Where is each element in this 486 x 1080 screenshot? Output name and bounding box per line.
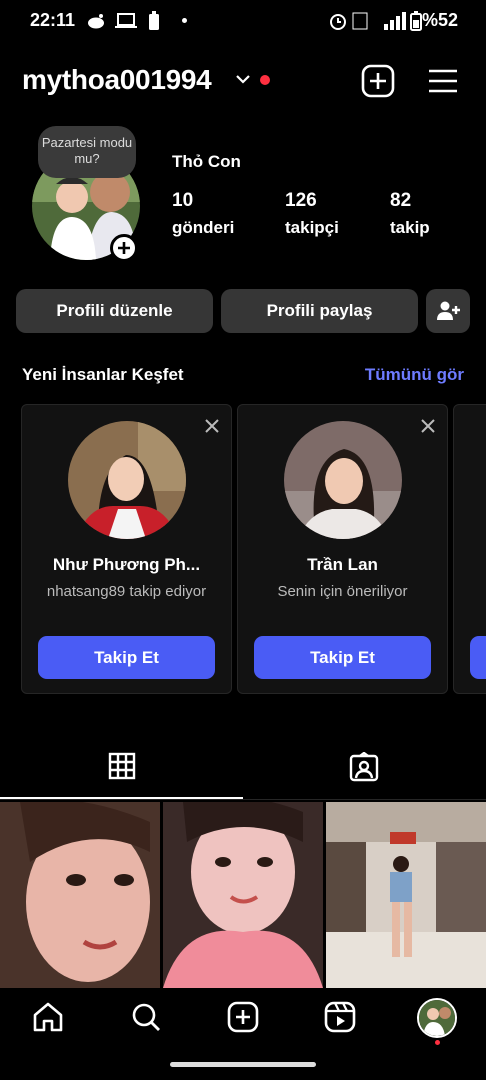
post-thumbnail[interactable] bbox=[163, 802, 323, 988]
profile-notification-dot bbox=[435, 1040, 440, 1045]
post-thumbnail[interactable] bbox=[0, 802, 160, 988]
post-thumbnail[interactable] bbox=[326, 802, 486, 988]
menu-icon[interactable] bbox=[425, 63, 461, 99]
suggestion-name[interactable]: Như Phương Ph... bbox=[22, 555, 231, 575]
signal-icon bbox=[384, 12, 406, 30]
post-grid bbox=[0, 802, 486, 988]
reddit-icon bbox=[88, 14, 104, 29]
alarm-icon bbox=[330, 14, 346, 30]
bottom-nav bbox=[0, 988, 486, 1048]
profile-username[interactable]: mythoa001994 bbox=[22, 64, 212, 96]
share-profile-button[interactable]: Profili paylaş bbox=[221, 289, 418, 333]
add-story-icon[interactable] bbox=[110, 234, 138, 262]
suggestion-card-partial bbox=[453, 404, 486, 694]
tagged-icon[interactable] bbox=[349, 752, 379, 782]
stat-posts-label[interactable]: gönderi bbox=[172, 218, 234, 238]
close-icon[interactable] bbox=[419, 417, 437, 435]
profile-note-bubble[interactable]: Pazartesi modu mu? bbox=[38, 126, 136, 178]
status-bar: 22:11 %52 bbox=[0, 0, 486, 44]
close-icon[interactable] bbox=[203, 417, 221, 435]
battery-icon bbox=[410, 11, 422, 31]
chevron-down-icon[interactable] bbox=[234, 70, 252, 88]
active-tab-indicator bbox=[0, 797, 243, 799]
stat-posts-count[interactable]: 10 bbox=[172, 190, 193, 212]
follow-button[interactable] bbox=[470, 636, 486, 679]
follow-button[interactable]: Takip Et bbox=[254, 636, 431, 679]
battery-percent: %52 bbox=[421, 10, 458, 30]
see-all-link[interactable]: Tümünü gör bbox=[365, 365, 464, 385]
profile-tab-avatar[interactable] bbox=[417, 998, 457, 1038]
add-person-icon bbox=[437, 301, 460, 320]
edit-profile-button[interactable]: Profili düzenle bbox=[16, 289, 213, 333]
battery-small-icon bbox=[149, 11, 159, 30]
discover-people-title: Yeni İnsanlar Keşfet bbox=[22, 365, 184, 384]
discover-people-button[interactable] bbox=[426, 289, 470, 333]
search-icon[interactable] bbox=[129, 1000, 163, 1034]
stat-following-count[interactable]: 82 bbox=[390, 190, 411, 212]
suggestion-card: Như Phương Ph... nhatsang89 takip ediyor… bbox=[21, 404, 232, 694]
suggestion-subtitle: nhatsang89 takip ediyor bbox=[46, 583, 207, 600]
suggestion-avatar[interactable] bbox=[284, 421, 402, 539]
home-indicator[interactable] bbox=[170, 1062, 316, 1067]
stat-followers-count[interactable]: 126 bbox=[285, 190, 317, 212]
volte-icon bbox=[352, 12, 368, 30]
notification-dot bbox=[260, 75, 270, 85]
profile-tabs bbox=[0, 740, 486, 800]
profile-full-name: Thỏ Con bbox=[172, 152, 241, 171]
suggestion-card: Trần Lan Senin için öneriliyor Takip Et bbox=[237, 404, 448, 694]
new-post-icon[interactable] bbox=[226, 1000, 260, 1034]
stat-followers-label[interactable]: takipçi bbox=[285, 218, 339, 238]
suggestion-avatar[interactable] bbox=[68, 421, 186, 539]
grid-icon[interactable] bbox=[108, 752, 136, 780]
follow-button[interactable]: Takip Et bbox=[38, 636, 215, 679]
suggestion-name[interactable]: Trần Lan bbox=[238, 555, 447, 575]
home-icon[interactable] bbox=[31, 1000, 65, 1034]
create-post-icon[interactable] bbox=[360, 63, 396, 99]
status-time: 22:11 bbox=[30, 10, 76, 30]
reels-icon[interactable] bbox=[323, 1000, 357, 1034]
suggestion-subtitle: Senin için öneriliyor bbox=[277, 583, 408, 600]
stat-following-label[interactable]: takip bbox=[390, 218, 430, 238]
more-dot-icon bbox=[182, 18, 187, 23]
laptop-icon bbox=[115, 13, 137, 28]
